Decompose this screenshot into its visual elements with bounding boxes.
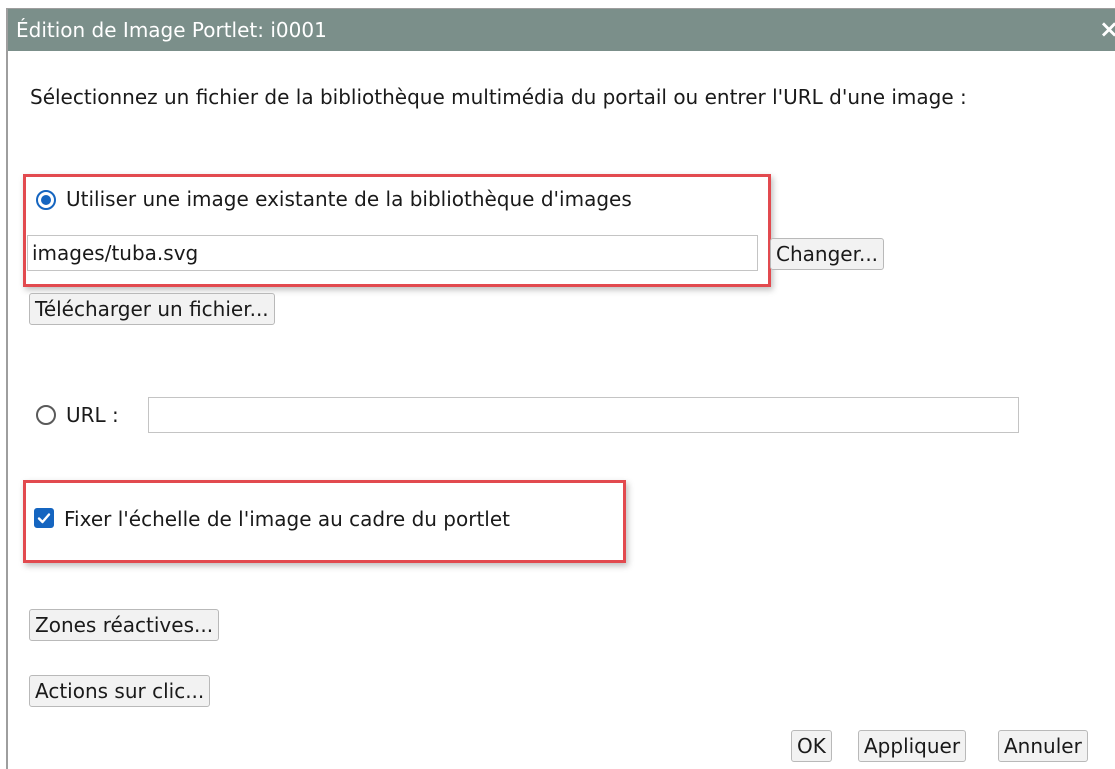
- ok-button[interactable]: OK: [791, 730, 832, 762]
- cancel-button[interactable]: Annuler: [998, 730, 1088, 762]
- change-button[interactable]: Changer...: [770, 238, 885, 270]
- upload-file-button[interactable]: Télécharger un fichier...: [29, 293, 275, 325]
- image-portlet-dialog: Édition de Image Portlet: i0001 ×: [6, 8, 1115, 769]
- scale-checkbox[interactable]: [34, 508, 54, 528]
- close-icon[interactable]: ×: [1099, 9, 1115, 51]
- url-radio[interactable]: [36, 405, 56, 425]
- dialog-titlebar[interactable]: Édition de Image Portlet: i0001 ×: [8, 9, 1115, 51]
- click-actions-button[interactable]: Actions sur clic...: [29, 675, 211, 707]
- library-path-input[interactable]: [27, 235, 758, 271]
- intro-text: Sélectionnez un fichier de la bibliothèq…: [30, 85, 967, 109]
- dialog-title: Édition de Image Portlet: i0001: [16, 18, 327, 42]
- check-icon: [37, 513, 51, 524]
- apply-button[interactable]: Appliquer: [858, 730, 967, 762]
- library-option-label: Utiliser une image existante de la bibli…: [66, 187, 632, 211]
- url-label: URL :: [66, 403, 119, 427]
- url-input[interactable]: [148, 397, 1019, 433]
- hotspots-button[interactable]: Zones réactives...: [29, 609, 220, 641]
- library-radio[interactable]: [36, 190, 56, 210]
- scale-checkbox-label: Fixer l'échelle de l'image au cadre du p…: [64, 507, 510, 531]
